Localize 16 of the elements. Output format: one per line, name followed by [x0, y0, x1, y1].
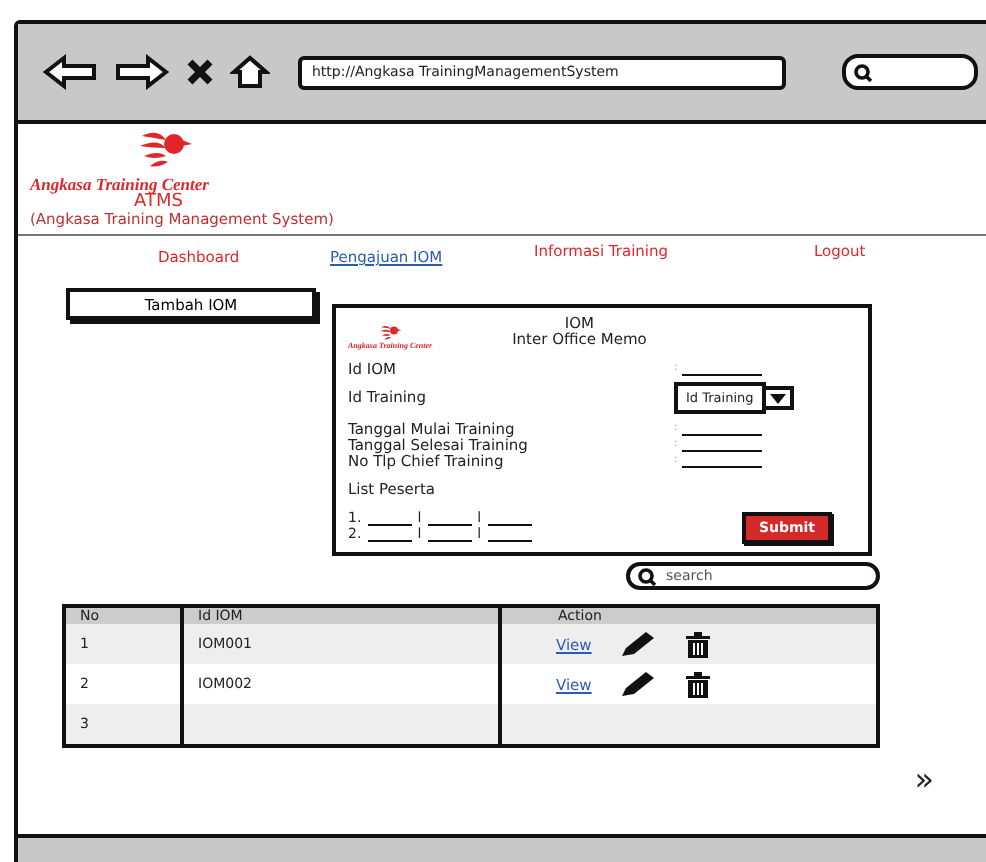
- next-page-link[interactable]: »: [914, 764, 934, 796]
- search-icon: [638, 567, 656, 585]
- app-acronym: ATMS: [134, 194, 185, 210]
- pencil-icon[interactable]: [619, 670, 656, 698]
- trash-icon[interactable]: [683, 669, 712, 699]
- close-icon[interactable]: [186, 58, 214, 86]
- trash-icon[interactable]: [683, 629, 712, 659]
- back-arrow-icon[interactable]: [42, 54, 98, 90]
- bird-logo-icon: [378, 324, 403, 341]
- caret-icon: [769, 393, 786, 404]
- browser-search-field[interactable]: [842, 54, 978, 90]
- forward-arrow-icon[interactable]: [114, 54, 170, 90]
- pencil-icon[interactable]: [619, 630, 656, 658]
- home-icon[interactable]: [230, 54, 270, 90]
- search-icon: [854, 63, 872, 81]
- brand-name: Angkasa Training Center: [30, 174, 211, 194]
